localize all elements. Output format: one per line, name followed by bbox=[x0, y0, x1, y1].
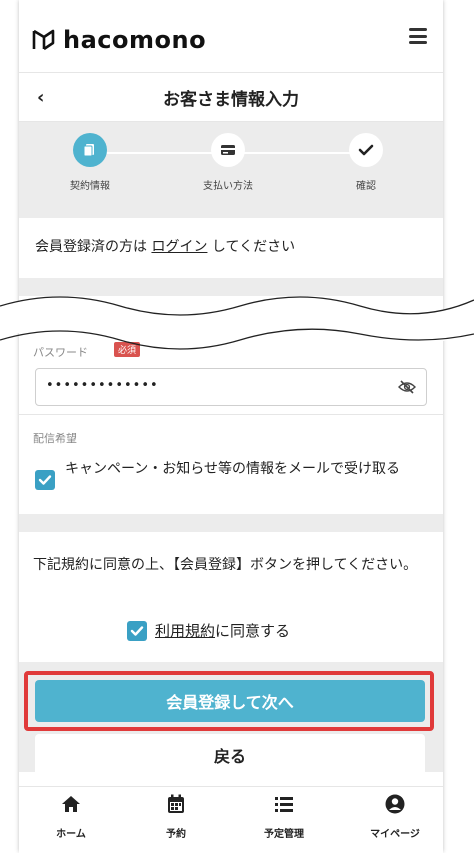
eye-slash-icon[interactable] bbox=[398, 379, 416, 395]
credit-card-icon bbox=[211, 133, 245, 167]
terms-agreement: 利用規約に同意する bbox=[127, 620, 290, 641]
calendar-icon bbox=[168, 794, 184, 813]
login-suffix: してください bbox=[207, 239, 296, 255]
mail-opt-in-checkbox[interactable] bbox=[35, 470, 55, 490]
checkmark-icon bbox=[349, 133, 383, 167]
register-next-button[interactable]: 会員登録して次へ bbox=[35, 680, 425, 722]
page-title: お客さま情報入力 bbox=[163, 89, 299, 110]
tab-schedule[interactable]: 予定管理 bbox=[244, 793, 324, 840]
step-contract: 契約情報 bbox=[40, 133, 140, 192]
logo-text: hacomono bbox=[63, 26, 207, 54]
mail-opt-in-text: キャンペーン・お知らせ等の情報をメールで受け取る bbox=[65, 461, 401, 477]
list-icon bbox=[275, 797, 293, 812]
tab-label: 予定管理 bbox=[264, 829, 304, 840]
step-label: 確認 bbox=[356, 181, 376, 192]
step-payment: 支払い方法 bbox=[178, 133, 278, 192]
tab-label: マイページ bbox=[370, 829, 420, 840]
mail-preference-label: 配信希望 bbox=[33, 432, 77, 445]
app-frame: hacomono ‹ お客さま情報入力 契約情報 支払い方法 確認 会員登録済の… bbox=[19, 0, 443, 853]
title-bar: ‹ お客さま情報入力 bbox=[19, 73, 443, 122]
terms-agree-checkbox[interactable] bbox=[127, 620, 147, 641]
user-icon bbox=[385, 794, 405, 814]
terms-link[interactable]: 利用規約 bbox=[155, 622, 215, 640]
password-value: ••••••••••••• bbox=[46, 378, 159, 393]
back-chevron-icon[interactable]: ‹ bbox=[37, 87, 44, 108]
login-link[interactable]: ログイン bbox=[151, 239, 207, 255]
hacomono-logo-icon bbox=[32, 29, 55, 51]
agree-suffix: に同意する bbox=[215, 622, 291, 640]
home-icon bbox=[62, 796, 80, 812]
hamburger-menu-icon[interactable] bbox=[409, 28, 427, 44]
tab-label: ホーム bbox=[56, 829, 86, 840]
back-button[interactable]: 戻る bbox=[35, 734, 425, 776]
logo[interactable]: hacomono bbox=[31, 26, 206, 54]
step-label: 支払い方法 bbox=[203, 181, 253, 192]
password-field[interactable]: ••••••••••••• bbox=[35, 368, 427, 406]
section-divider bbox=[19, 514, 443, 532]
divider bbox=[19, 414, 443, 415]
step-confirm: 確認 bbox=[316, 133, 416, 192]
app-header: hacomono bbox=[19, 0, 443, 73]
login-prompt: 会員登録済の方は ログイン してください bbox=[35, 236, 295, 256]
login-prefix: 会員登録済の方は bbox=[35, 239, 152, 255]
bottom-tab-bar: ホーム 予約 予定管理 マイページ bbox=[19, 786, 443, 853]
tab-label: 予約 bbox=[166, 829, 186, 840]
check-icon bbox=[38, 475, 52, 485]
tab-mypage[interactable]: マイページ bbox=[355, 793, 435, 840]
terms-instruction: 下記規約に同意の上、【会員登録】ボタンを押してください。 bbox=[33, 557, 418, 573]
tab-reservation[interactable]: 予約 bbox=[136, 793, 216, 840]
check-icon bbox=[130, 625, 144, 636]
tab-home[interactable]: ホーム bbox=[31, 793, 111, 840]
step-label: 契約情報 bbox=[70, 181, 110, 192]
document-icon bbox=[73, 133, 107, 167]
wavy-cut-divider bbox=[0, 296, 474, 350]
